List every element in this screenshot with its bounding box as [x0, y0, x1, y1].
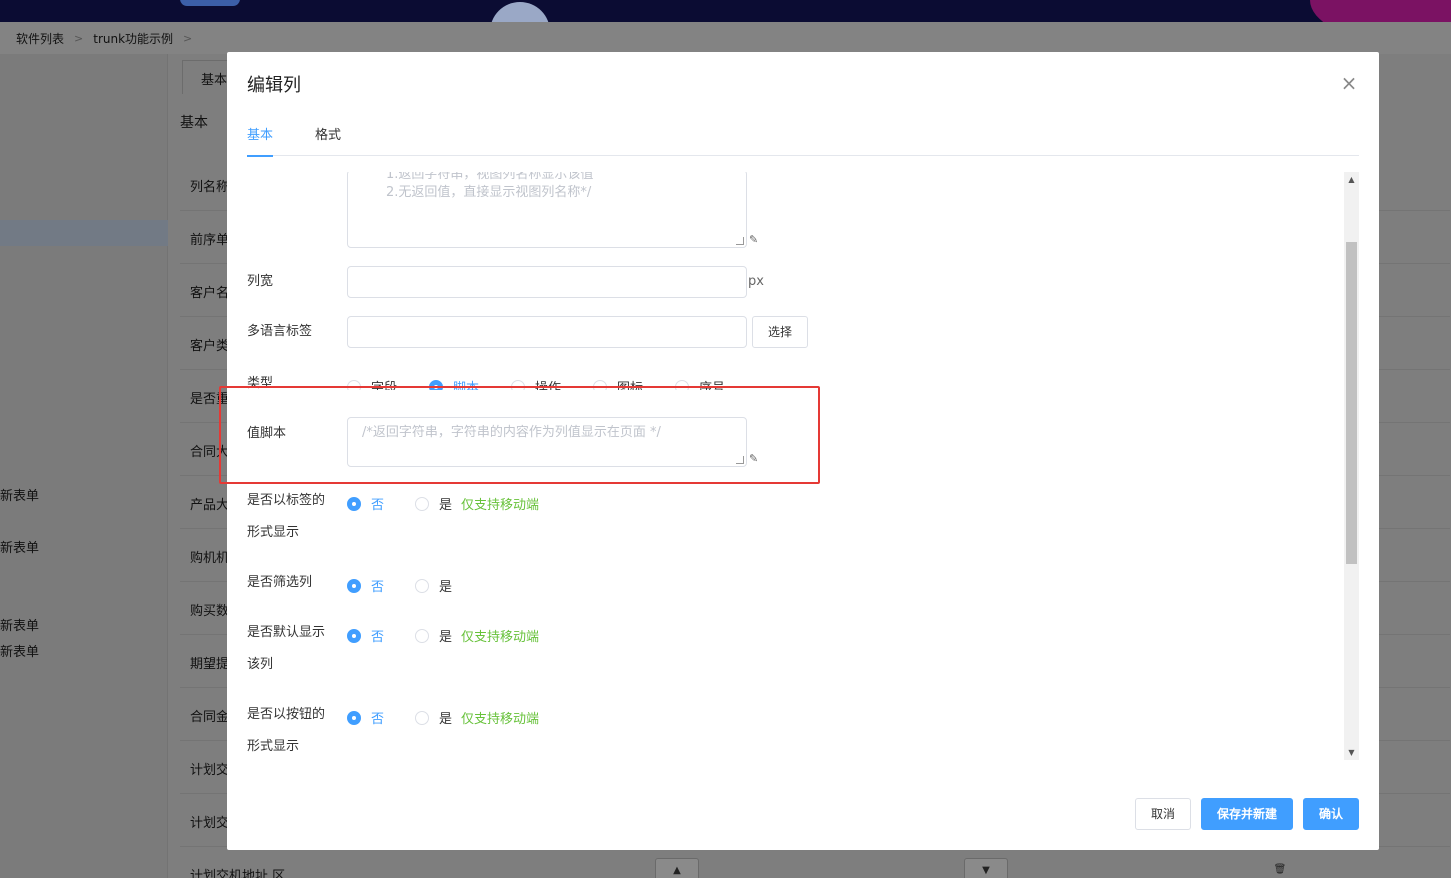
radio-label: 否 — [371, 712, 385, 727]
sidebar-item[interactable]: 新表单 — [0, 615, 39, 634]
radio-label: 是 — [439, 630, 453, 645]
textarea-hint-line: 1.返回字符串，视图列名称显示该值 — [386, 172, 594, 182]
i18n-label: 多语言标签 — [247, 324, 313, 339]
tag-display-yes-radio[interactable]: 是 — [415, 494, 452, 513]
confirm-button[interactable]: 确认 — [1303, 798, 1359, 830]
i18n-input[interactable] — [347, 316, 747, 348]
radio-circle — [347, 578, 361, 593]
breadcrumb-item[interactable]: trunk功能示例 — [93, 30, 173, 47]
width-unit: px — [748, 274, 764, 289]
banner-decoration — [180, 0, 240, 6]
button-display-yes-radio[interactable]: 是 — [415, 708, 452, 727]
radio-circle — [347, 496, 361, 511]
background-section-label: 基本 — [180, 115, 208, 131]
radio-circle — [415, 496, 429, 511]
radio-circle — [415, 710, 429, 725]
radio-circle — [415, 578, 429, 593]
filter-no-radio[interactable]: 否 — [347, 576, 384, 595]
top-banner — [0, 0, 1451, 22]
sidebar-item[interactable]: 新表单 — [0, 537, 39, 556]
save-and-new-button[interactable]: 保存并新建 — [1201, 798, 1293, 830]
breadcrumb: 软件列表 > trunk功能示例 > — [0, 22, 1451, 54]
button-display-no-radio[interactable]: 否 — [347, 708, 384, 727]
default-display-no-radio[interactable]: 否 — [347, 626, 384, 645]
mobile-only-note: 仅支持移动端 — [461, 712, 540, 727]
column-name-script-textarea[interactable]: 1.返回字符串，视图列名称显示该值 2.无返回值，直接显示视图列名称*/ — [347, 172, 747, 248]
dialog-tabs: 基本 格式 — [247, 110, 1359, 157]
default-display-label: 是否默认显示 — [247, 625, 326, 640]
tab-format[interactable]: 格式 — [315, 124, 341, 155]
sidebar-selected-row — [0, 220, 168, 246]
close-icon[interactable]: × — [1339, 73, 1359, 94]
radio-label: 否 — [371, 630, 385, 645]
scroll-down-arrow-icon[interactable]: ▼ — [1344, 745, 1359, 760]
cancel-button[interactable]: 取消 — [1135, 798, 1191, 830]
radio-label: 否 — [371, 498, 385, 513]
filter-yes-radio[interactable]: 是 — [415, 576, 452, 595]
vertical-scrollbar[interactable]: ▲ ▼ — [1344, 172, 1359, 760]
textarea-hint-line: 2.无返回值，直接显示视图列名称*/ — [386, 185, 592, 200]
radio-label: 是 — [439, 712, 453, 727]
filter-column-label: 是否筛选列 — [247, 575, 313, 590]
chevron-right-icon: > — [183, 31, 193, 45]
left-sidebar: 新表单 新表单 新表单 新表单 — [0, 54, 168, 878]
highlight-annotation — [219, 386, 820, 484]
radio-circle — [347, 628, 361, 643]
resize-handle[interactable] — [736, 237, 744, 245]
sidebar-item[interactable]: 新表单 — [0, 485, 39, 504]
scroll-up-arrow-icon[interactable]: ▲ — [1344, 172, 1359, 187]
chevron-up-icon[interactable]: ▲ — [655, 858, 699, 878]
edit-icon[interactable]: ✎ — [749, 234, 761, 246]
default-display-label-2: 该列 — [247, 657, 274, 672]
button-display-label-2: 形式显示 — [247, 739, 300, 754]
tag-display-label-2: 形式显示 — [247, 525, 300, 540]
tab-basic[interactable]: 基本 — [247, 124, 274, 157]
mobile-only-note: 仅支持移动端 — [461, 630, 540, 645]
scrollbar-thumb[interactable] — [1346, 242, 1357, 564]
tag-display-no-radio[interactable]: 否 — [347, 494, 384, 513]
default-display-yes-radio[interactable]: 是 — [415, 626, 452, 645]
i18n-select-button[interactable]: 选择 — [752, 316, 808, 348]
dialog-title: 编辑列 — [247, 75, 301, 96]
sidebar-item[interactable]: 新表单 — [0, 641, 39, 660]
width-label: 列宽 — [247, 274, 274, 289]
banner-decoration — [1310, 0, 1451, 22]
radio-label: 否 — [371, 580, 385, 595]
radio-label: 是 — [439, 580, 453, 595]
button-display-label: 是否以按钮的 — [247, 707, 326, 722]
radio-circle — [415, 628, 429, 643]
radio-label: 是 — [439, 498, 453, 513]
trash-icon[interactable]: 🗑 — [1258, 858, 1302, 878]
width-input[interactable] — [347, 266, 747, 298]
tag-display-label: 是否以标签的 — [247, 493, 326, 508]
banner-decoration — [490, 2, 550, 22]
radio-circle — [347, 710, 361, 725]
mobile-only-note: 仅支持移动端 — [461, 498, 540, 513]
breadcrumb-item[interactable]: 软件列表 — [16, 30, 64, 47]
chevron-down-icon[interactable]: ▼ — [964, 858, 1008, 878]
chevron-right-icon: > — [74, 31, 84, 45]
